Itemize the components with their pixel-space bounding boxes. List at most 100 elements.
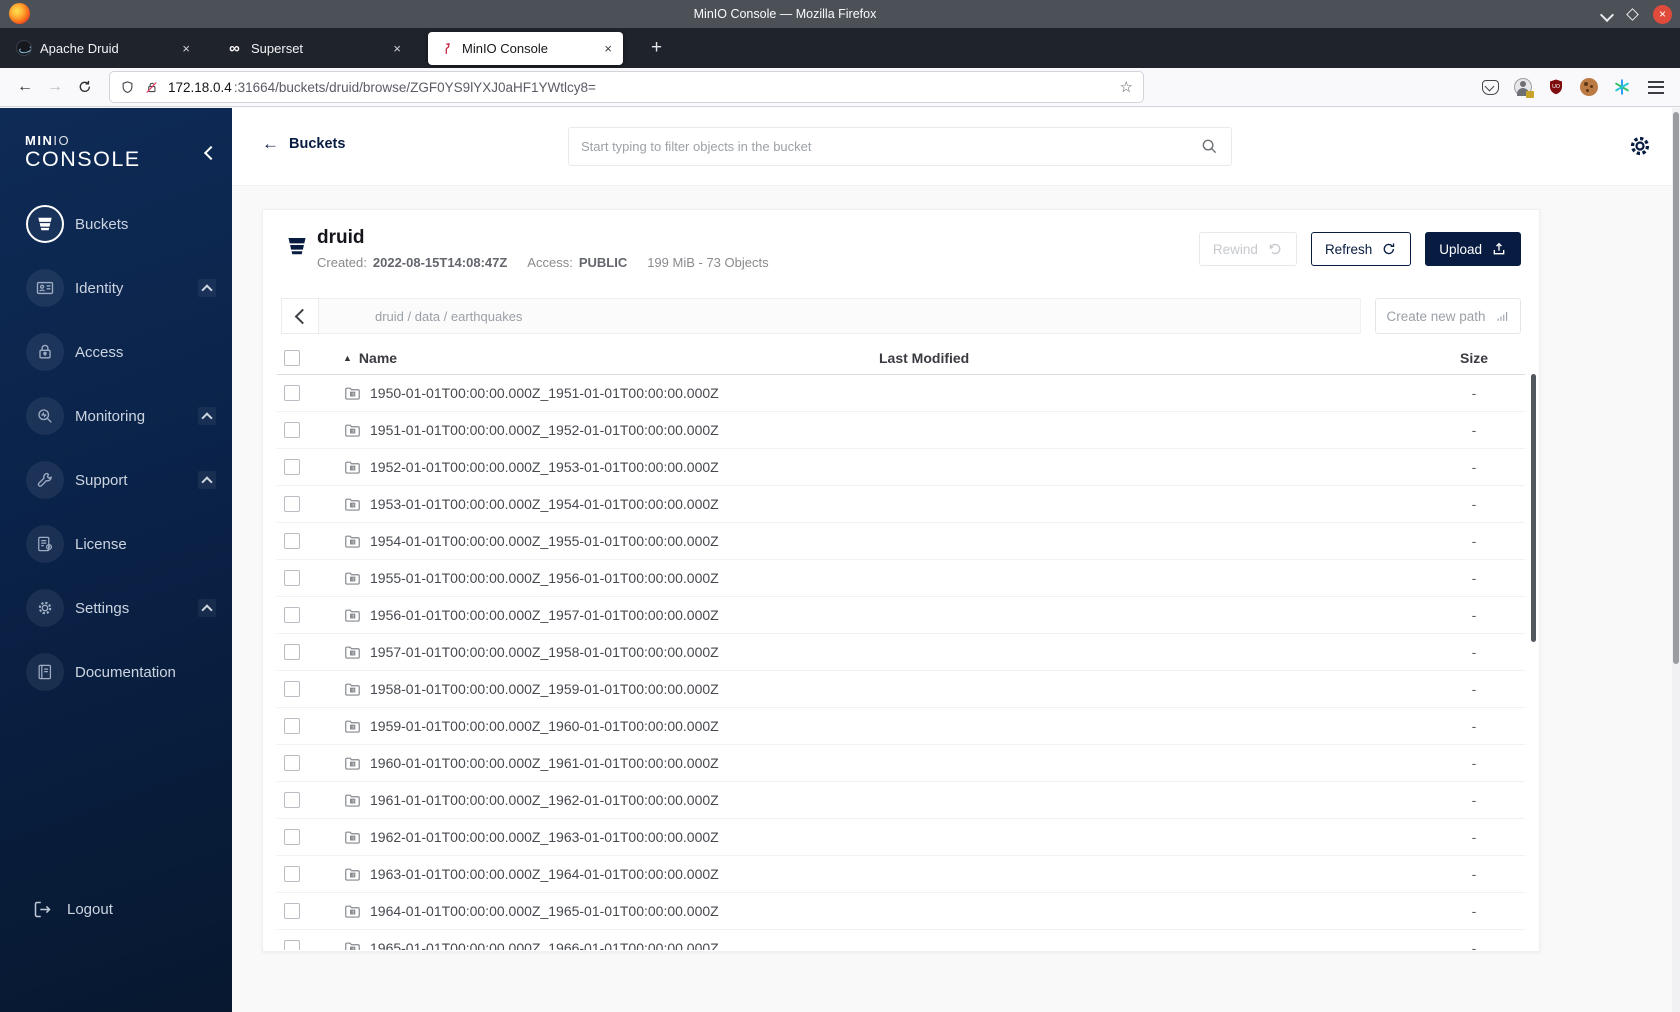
sidebar-item-monitoring[interactable]: Monitoring xyxy=(0,384,232,448)
breadcrumb[interactable]: druid / data / earthquakes xyxy=(319,298,1361,334)
back-to-buckets-link[interactable]: ← Buckets xyxy=(262,135,345,152)
row-checkbox[interactable] xyxy=(284,792,300,808)
chevron-up-icon[interactable] xyxy=(198,471,216,489)
row-checkbox[interactable] xyxy=(284,866,300,882)
row-checkbox[interactable] xyxy=(284,533,300,549)
sidebar-item-buckets[interactable]: Buckets xyxy=(0,192,232,256)
table-row[interactable]: 1959-01-01T00:00:00.000Z_1960-01-01T00:0… xyxy=(277,708,1525,745)
object-name-cell[interactable]: 1954-01-01T00:00:00.000Z_1955-01-01T00:0… xyxy=(343,532,879,551)
close-tab-icon[interactable]: × xyxy=(602,41,614,56)
row-checkbox[interactable] xyxy=(284,718,300,734)
forward-button[interactable]: → xyxy=(40,78,70,96)
row-checkbox[interactable] xyxy=(284,940,300,950)
table-row[interactable]: 1958-01-01T00:00:00.000Z_1959-01-01T00:0… xyxy=(277,671,1525,708)
path-back-button[interactable] xyxy=(281,298,319,334)
upload-button[interactable]: Upload xyxy=(1425,232,1521,266)
tab-superset[interactable]: ∞ Superset × xyxy=(217,32,412,65)
row-checkbox[interactable] xyxy=(284,829,300,845)
table-row[interactable]: 1962-01-01T00:00:00.000Z_1963-01-01T00:0… xyxy=(277,819,1525,856)
object-name-cell[interactable]: 1962-01-01T00:00:00.000Z_1963-01-01T00:0… xyxy=(343,828,879,847)
sidebar-collapse-icon[interactable] xyxy=(202,146,216,160)
close-tab-icon[interactable]: × xyxy=(180,41,192,56)
row-checkbox[interactable] xyxy=(284,459,300,475)
window-close-icon[interactable]: × xyxy=(1653,4,1672,24)
object-name-cell[interactable]: 1960-01-01T00:00:00.000Z_1961-01-01T00:0… xyxy=(343,754,879,773)
sidebar-item-settings[interactable]: Settings xyxy=(0,576,232,640)
object-name-cell[interactable]: 1961-01-01T00:00:00.000Z_1962-01-01T00:0… xyxy=(343,791,879,810)
reload-icon[interactable] xyxy=(77,79,93,95)
object-name-cell[interactable]: 1951-01-01T00:00:00.000Z_1952-01-01T00:0… xyxy=(343,421,879,440)
object-name-cell[interactable]: 1963-01-01T00:00:00.000Z_1964-01-01T00:0… xyxy=(343,865,879,884)
sidebar-item-identity[interactable]: Identity xyxy=(0,256,232,320)
object-name-cell[interactable]: 1952-01-01T00:00:00.000Z_1953-01-01T00:0… xyxy=(343,458,879,477)
table-row[interactable]: 1950-01-01T00:00:00.000Z_1951-01-01T00:0… xyxy=(277,375,1525,412)
sidebar-item-documentation[interactable]: Documentation xyxy=(0,640,232,704)
row-checkbox[interactable] xyxy=(284,903,300,919)
table-scrollbar-thumb[interactable] xyxy=(1531,374,1536,642)
row-checkbox[interactable] xyxy=(284,385,300,401)
table-row[interactable]: 1965-01-01T00:00:00.000Z_1966-01-01T00:0… xyxy=(277,930,1525,950)
table-row[interactable]: 1954-01-01T00:00:00.000Z_1955-01-01T00:0… xyxy=(277,523,1525,560)
insecure-lock-icon[interactable] xyxy=(144,80,159,95)
table-row[interactable]: 1952-01-01T00:00:00.000Z_1953-01-01T00:0… xyxy=(277,449,1525,486)
object-name-cell[interactable]: 1956-01-01T00:00:00.000Z_1957-01-01T00:0… xyxy=(343,606,879,625)
table-row[interactable]: 1956-01-01T00:00:00.000Z_1957-01-01T00:0… xyxy=(277,597,1525,634)
chevron-up-icon[interactable] xyxy=(198,279,216,297)
table-row[interactable]: 1955-01-01T00:00:00.000Z_1956-01-01T00:0… xyxy=(277,560,1525,597)
refresh-button[interactable]: Refresh xyxy=(1310,232,1412,266)
multi-account-containers-icon[interactable] xyxy=(1613,78,1631,96)
table-row[interactable]: 1964-01-01T00:00:00.000Z_1965-01-01T00:0… xyxy=(277,893,1525,930)
select-all-checkbox[interactable] xyxy=(284,350,300,366)
new-tab-button[interactable]: + xyxy=(643,37,670,59)
sidebar-item-support[interactable]: Support xyxy=(0,448,232,512)
sidebar-item-logout[interactable]: Logout xyxy=(0,899,232,920)
sidebar-item-license[interactable]: License xyxy=(0,512,232,576)
chevron-up-icon[interactable] xyxy=(198,599,216,617)
row-checkbox[interactable] xyxy=(284,496,300,512)
column-header-size[interactable]: Size xyxy=(1423,350,1525,366)
row-checkbox[interactable] xyxy=(284,681,300,697)
cookie-icon[interactable] xyxy=(1580,78,1598,96)
back-button[interactable]: ← xyxy=(10,78,40,96)
page-scrollbar[interactable] xyxy=(1672,108,1680,1012)
column-header-name[interactable]: ▲ Name xyxy=(343,350,879,366)
pocket-icon[interactable] xyxy=(1482,79,1499,95)
object-name-cell[interactable]: 1965-01-01T00:00:00.000Z_1966-01-01T00:0… xyxy=(343,939,879,950)
object-name-cell[interactable]: 1958-01-01T00:00:00.000Z_1959-01-01T00:0… xyxy=(343,680,879,699)
close-tab-icon[interactable]: × xyxy=(391,41,403,56)
table-row[interactable]: 1957-01-01T00:00:00.000Z_1958-01-01T00:0… xyxy=(277,634,1525,671)
ublock-icon[interactable]: UO xyxy=(1547,78,1565,96)
object-name-cell[interactable]: 1959-01-01T00:00:00.000Z_1960-01-01T00:0… xyxy=(343,717,879,736)
window-maximize-icon[interactable] xyxy=(1626,7,1639,21)
table-row[interactable]: 1961-01-01T00:00:00.000Z_1962-01-01T00:0… xyxy=(277,782,1525,819)
row-checkbox[interactable] xyxy=(284,644,300,660)
page-scrollbar-thumb[interactable] xyxy=(1673,112,1679,664)
object-name-cell[interactable]: 1950-01-01T00:00:00.000Z_1951-01-01T00:0… xyxy=(343,384,879,403)
chevron-up-icon[interactable] xyxy=(198,407,216,425)
column-header-last-modified[interactable]: Last Modified xyxy=(879,350,1423,366)
row-checkbox[interactable] xyxy=(284,570,300,586)
search-input[interactable] xyxy=(581,139,1200,154)
account-lock-icon[interactable] xyxy=(1514,78,1534,98)
row-checkbox[interactable] xyxy=(284,422,300,438)
window-minimize-icon[interactable] xyxy=(1601,9,1612,20)
bookmark-star-icon[interactable]: ☆ xyxy=(1120,78,1133,96)
create-new-path-button[interactable]: Create new path xyxy=(1375,298,1521,334)
shield-icon[interactable] xyxy=(120,80,135,95)
settings-gear-icon[interactable] xyxy=(1626,132,1654,165)
row-checkbox[interactable] xyxy=(284,607,300,623)
object-name-cell[interactable]: 1964-01-01T00:00:00.000Z_1965-01-01T00:0… xyxy=(343,902,879,921)
table-row[interactable]: 1960-01-01T00:00:00.000Z_1961-01-01T00:0… xyxy=(277,745,1525,782)
sidebar-item-access[interactable]: Access xyxy=(0,320,232,384)
search-icon[interactable] xyxy=(1200,137,1219,156)
object-name-cell[interactable]: 1953-01-01T00:00:00.000Z_1954-01-01T00:0… xyxy=(343,495,879,514)
menu-icon[interactable] xyxy=(1646,79,1666,96)
object-name-cell[interactable]: 1955-01-01T00:00:00.000Z_1956-01-01T00:0… xyxy=(343,569,879,588)
table-row[interactable]: 1963-01-01T00:00:00.000Z_1964-01-01T00:0… xyxy=(277,856,1525,893)
object-name-cell[interactable]: 1957-01-01T00:00:00.000Z_1958-01-01T00:0… xyxy=(343,643,879,662)
table-row[interactable]: 1951-01-01T00:00:00.000Z_1952-01-01T00:0… xyxy=(277,412,1525,449)
tab-minio-console[interactable]: MinIO Console × xyxy=(428,31,623,65)
tab-apache-druid[interactable]: Apache Druid × xyxy=(6,32,201,65)
row-checkbox[interactable] xyxy=(284,755,300,771)
url-bar[interactable]: 172.18.0.4 :31664/buckets/druid/browse/Z… xyxy=(110,72,1143,102)
